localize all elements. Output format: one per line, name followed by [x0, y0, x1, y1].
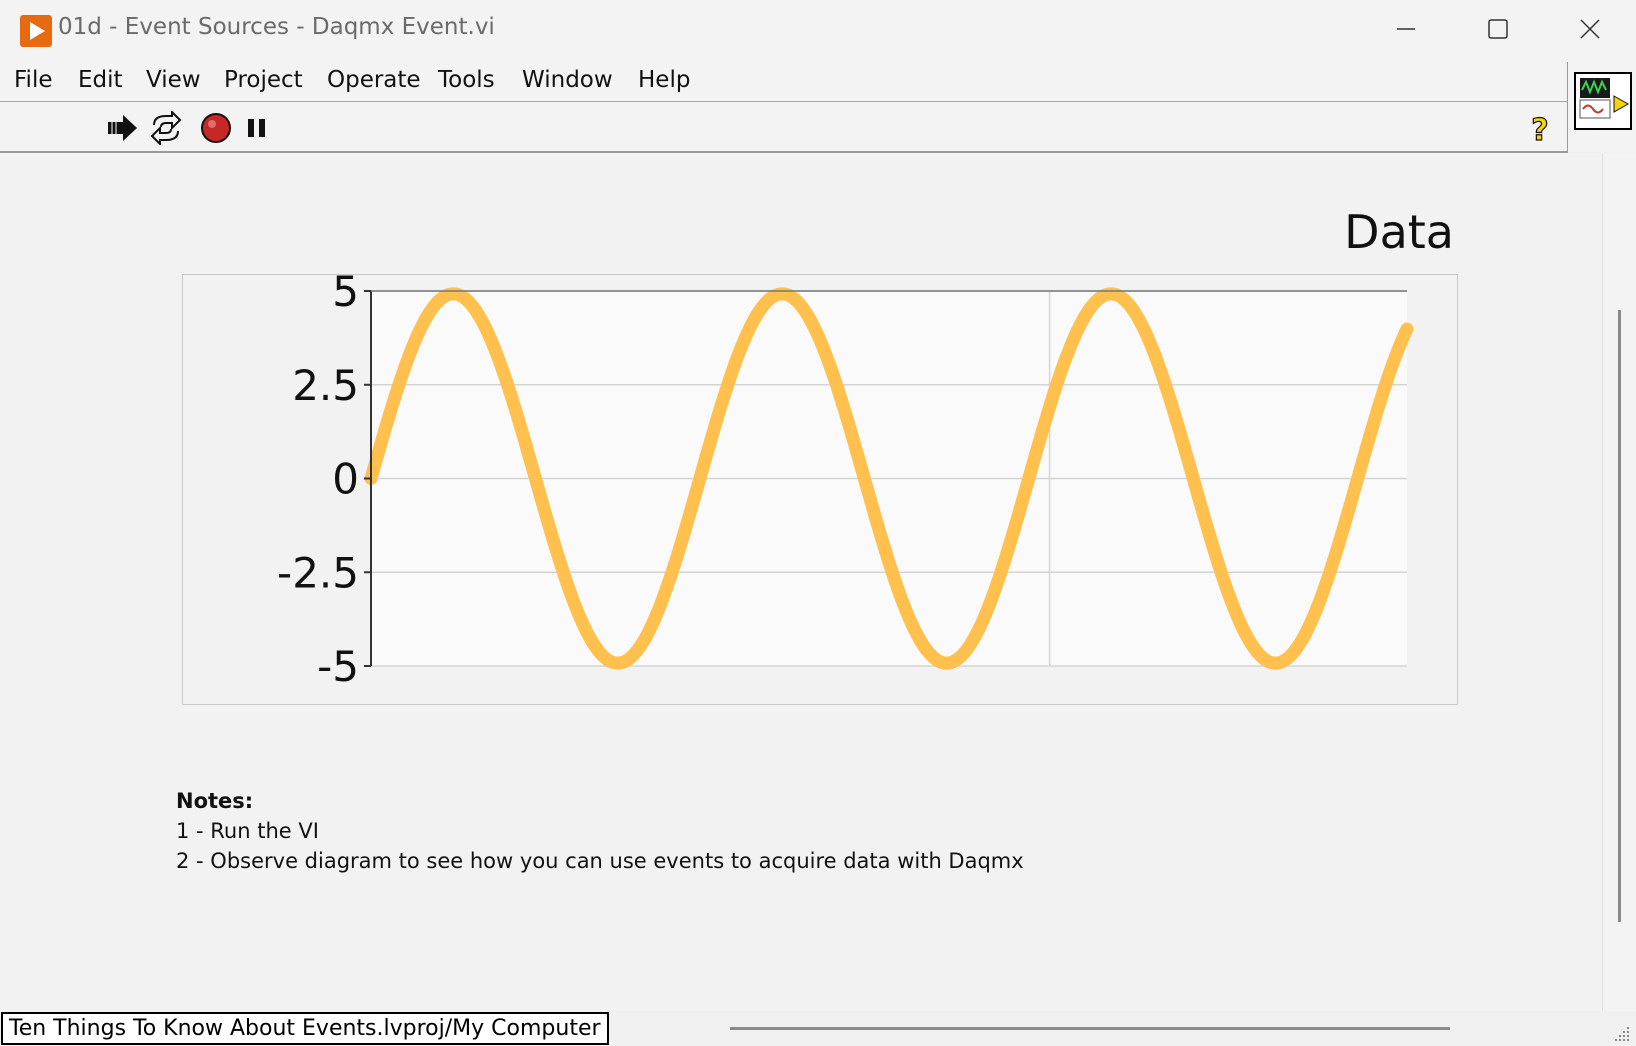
y-tick-label: 5 [332, 275, 359, 316]
run-continuously-icon [150, 109, 182, 147]
run-button[interactable] [104, 111, 140, 145]
y-tick-label: 0 [332, 455, 359, 504]
context-help-button[interactable]: ? [1522, 111, 1558, 148]
notes-heading: Notes: [176, 789, 254, 813]
toolbar: ? [0, 103, 1568, 153]
minimize-icon [1397, 28, 1415, 30]
menu-help[interactable]: Help [638, 67, 690, 93]
y-tick-label: 2.5 [292, 361, 359, 410]
menu-window[interactable]: Window [522, 67, 613, 93]
notes-text: Notes: 1 - Run the VI 2 - Observe diagra… [176, 786, 1024, 876]
pause-icon [248, 119, 265, 137]
horizontal-scrollbar-thumb[interactable] [730, 1027, 1450, 1030]
notes-line-1: 1 - Run the VI [176, 819, 319, 843]
waveform-graph[interactable]: 5 2.5 0 -2.5 -5 [182, 274, 1458, 705]
title-bar: 01d - Event Sources - Daqmx Event.vi [0, 0, 1636, 62]
resize-grip-icon[interactable] [1612, 1024, 1632, 1044]
project-context[interactable]: Ten Things To Know About Events.lvproj/M… [1, 1012, 609, 1045]
menu-file[interactable]: File [14, 67, 53, 93]
minimize-button[interactable] [1360, 0, 1452, 58]
notes-line-2: 2 - Observe diagram to see how you can u… [176, 849, 1024, 873]
context-help-icon: ? [1531, 112, 1550, 148]
menu-view[interactable]: View [146, 67, 201, 93]
vi-graph-icon[interactable] [1574, 72, 1632, 130]
run-arrow-icon [108, 115, 137, 141]
close-button[interactable] [1544, 0, 1636, 58]
abort-button[interactable] [198, 111, 234, 145]
maximize-icon [1488, 19, 1508, 39]
graph-label: Data [1344, 205, 1454, 259]
abort-execution-icon [201, 113, 231, 143]
pause-button[interactable] [240, 111, 276, 145]
menu-bar: File Edit View Project Operate Tools Win… [0, 62, 1568, 102]
close-icon [1580, 19, 1600, 39]
window-title: 01d - Event Sources - Daqmx Event.vi [58, 14, 495, 40]
svg-text:?: ? [1531, 113, 1548, 145]
waveform-plot: 5 2.5 0 -2.5 -5 [277, 275, 1414, 691]
vertical-scrollbar-thumb[interactable] [1618, 310, 1621, 922]
run-continuously-button[interactable] [148, 109, 184, 147]
menu-project[interactable]: Project [224, 67, 303, 93]
labview-run-icon [20, 15, 52, 47]
menu-operate[interactable]: Operate [327, 67, 421, 93]
connector-pane [1567, 62, 1636, 152]
maximize-button[interactable] [1452, 0, 1544, 58]
y-tick-label: -5 [317, 642, 359, 691]
y-tick-label: -2.5 [277, 548, 359, 597]
menu-edit[interactable]: Edit [78, 67, 123, 93]
menu-tools[interactable]: Tools [438, 67, 495, 93]
